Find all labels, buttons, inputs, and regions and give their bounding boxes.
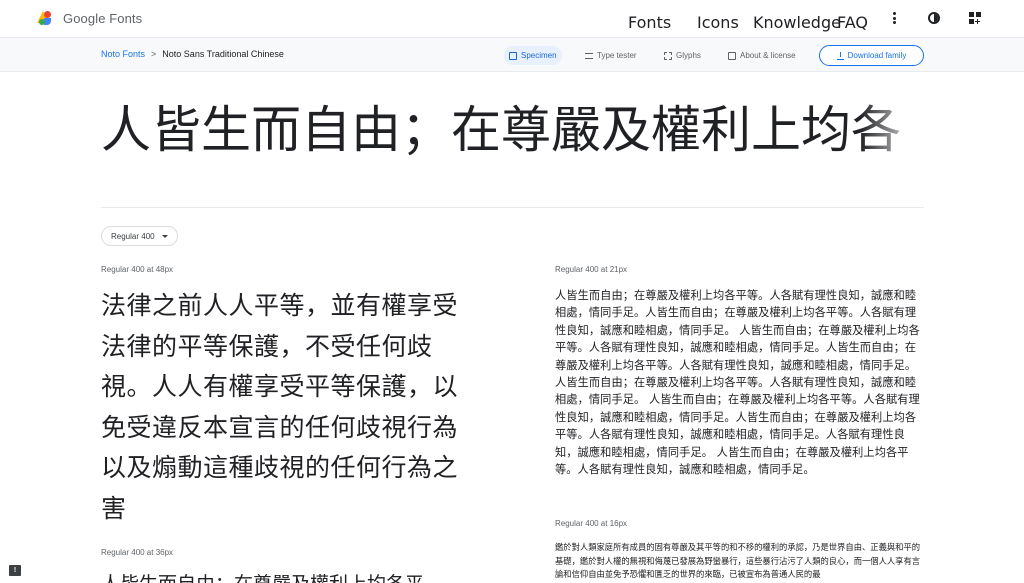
family-subnav: Noto Fonts > Noto Sans Traditional Chine… [0, 37, 1024, 72]
logo-text: Google Fonts [63, 10, 143, 26]
breadcrumb-current: Noto Sans Traditional Chinese [162, 49, 284, 59]
style-select[interactable]: Regular 400 [101, 226, 178, 246]
about-icon [728, 51, 736, 60]
type-tester-icon [585, 52, 593, 59]
more-options-icon[interactable] [892, 12, 896, 24]
tab-specimen[interactable]: Specimen [504, 46, 562, 65]
google-fonts-logo[interactable]: Google Fonts [37, 9, 142, 27]
tab-glyphs-label: Glyphs [676, 51, 701, 60]
sample-36-text: 人皆生而自由；在尊嚴及權利上均各平 [101, 570, 471, 583]
sample-36-label: Regular 400 at 36px [101, 548, 174, 557]
divider [101, 207, 924, 208]
sample-21-label: Regular 400 at 21px [555, 265, 628, 274]
tab-specimen-label: Specimen [521, 51, 557, 60]
breadcrumb-separator: > [151, 49, 157, 59]
nav-icons[interactable]: Icons [697, 13, 739, 32]
download-label: Download family [847, 51, 907, 60]
top-header: Google Fonts Fonts Icons Knowledge FAQ [0, 0, 1024, 37]
breadcrumb: Noto Fonts > Noto Sans Traditional Chine… [101, 49, 284, 59]
nav-knowledge[interactable]: Knowledge [753, 13, 841, 32]
nav-fonts[interactable]: Fonts [628, 13, 671, 32]
download-family-button[interactable]: Download family [819, 45, 924, 66]
sample-16-text: 鑑於對人類家庭所有成員的固有尊嚴及其平等的和不移的權利的承認，乃是世界自由、正義… [555, 542, 921, 579]
tab-type-tester[interactable]: Type tester [580, 46, 642, 65]
sample-16-label: Regular 400 at 16px [555, 519, 628, 528]
hero-sample-text: 人皆生而自由；在尊嚴及權利上均各 [101, 101, 901, 159]
theme-toggle-icon[interactable] [928, 12, 940, 24]
style-select-value: Regular 400 [111, 231, 155, 241]
caret-down-icon [162, 235, 168, 238]
tab-glyphs[interactable]: Glyphs [659, 46, 706, 65]
hero-fade-overlay [860, 98, 924, 162]
download-icon [836, 51, 844, 60]
sample-21-text: 人皆生而自由；在尊嚴及權利上均各平等。人各賦有理性良知，誠應和睦相處，情同手足。… [555, 289, 920, 477]
tab-type-tester-label: Type tester [597, 51, 637, 60]
selected-families-icon[interactable] [969, 12, 981, 24]
tab-about-label: About & license [740, 51, 796, 60]
google-fonts-logo-icon [37, 9, 57, 27]
breadcrumb-noto-fonts[interactable]: Noto Fonts [101, 49, 145, 59]
feedback-icon[interactable]: ! [9, 565, 21, 576]
tab-about-license[interactable]: About & license [723, 46, 801, 65]
sample-48-label: Regular 400 at 48px [101, 265, 174, 274]
glyphs-icon [664, 51, 672, 60]
sample-48-text: 法律之前人人平等，並有權享受法律的平等保護，不受任何歧視。人人有權享受平等保護，… [101, 291, 459, 523]
specimen-icon [509, 51, 517, 60]
nav-faq[interactable]: FAQ [837, 13, 868, 32]
